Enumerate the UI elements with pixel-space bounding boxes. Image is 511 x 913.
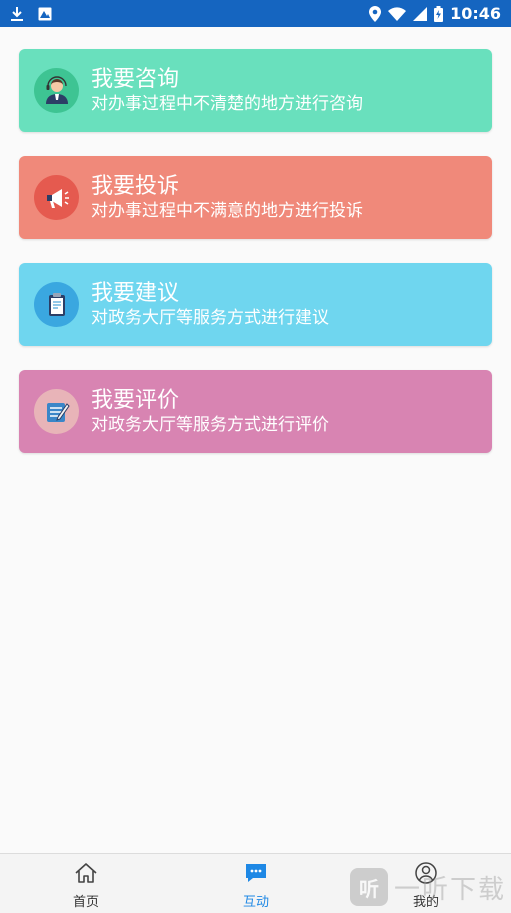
tab-label: 首页 <box>72 895 99 910</box>
content-area: 我要咨询 对办事过程中不清楚的地方进行咨询 我要投诉 对办事过程中不满意的地方进… <box>0 27 511 853</box>
signal-icon <box>413 6 428 21</box>
card-desc: 对办事过程中不清楚的地方进行咨询 <box>91 93 363 114</box>
card-complain[interactable]: 我要投诉 对办事过程中不满意的地方进行投诉 <box>19 156 492 239</box>
card-consult[interactable]: 我要咨询 对办事过程中不清楚的地方进行咨询 <box>19 49 492 132</box>
image-icon <box>38 7 52 21</box>
card-title: 我要评价 <box>91 387 180 413</box>
card-title: 我要咨询 <box>91 66 180 92</box>
card-desc: 对政务大厅等服务方式进行评价 <box>91 414 329 435</box>
card-suggest[interactable]: 我要建议 对政务大厅等服务方式进行建议 <box>19 263 492 346</box>
card-desc: 对政务大厅等服务方式进行建议 <box>91 307 329 328</box>
battery-icon <box>434 5 444 22</box>
tab-label: 互动 <box>242 895 269 910</box>
card-title: 我要建议 <box>91 280 180 306</box>
chat-icon <box>244 862 268 888</box>
card-desc: 对办事过程中不满意的地方进行投诉 <box>91 200 363 221</box>
tab-interact[interactable]: 互动 <box>226 862 286 910</box>
card-evaluate[interactable]: 我要评价 对政务大厅等服务方式进行评价 <box>19 370 492 453</box>
clipboard-icon <box>34 282 79 327</box>
wifi-icon <box>388 6 407 21</box>
watermark: 听 一听下载 <box>350 868 506 906</box>
status-time: 10:46 <box>450 4 501 23</box>
megaphone-icon <box>34 175 79 220</box>
watermark-logo: 听 <box>350 868 388 906</box>
home-icon <box>74 862 98 888</box>
download-icon <box>10 6 24 22</box>
location-icon <box>369 5 382 22</box>
watermark-text: 一听下载 <box>394 874 507 905</box>
card-title: 我要投诉 <box>91 173 180 199</box>
consult-icon <box>34 68 79 113</box>
rating-icon <box>34 389 79 434</box>
tab-home[interactable]: 首页 <box>56 862 116 910</box>
status-bar: 10:46 <box>0 0 511 27</box>
